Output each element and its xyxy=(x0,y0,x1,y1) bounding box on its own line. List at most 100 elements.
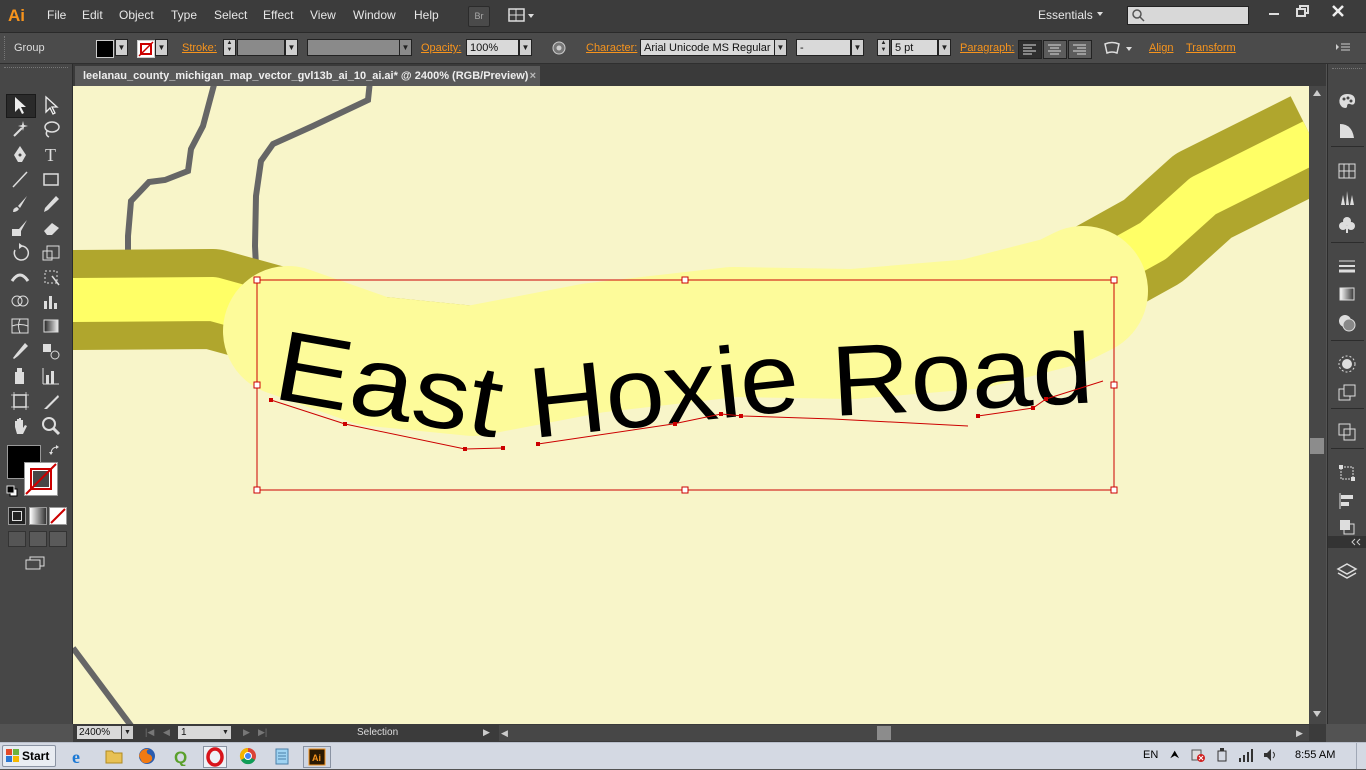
color-panel-button[interactable] xyxy=(1336,90,1358,112)
layers-link-panel-button[interactable] xyxy=(1336,421,1358,443)
pencil-tool[interactable] xyxy=(40,193,62,215)
horizontal-scrollbar[interactable]: ◀ ▶ xyxy=(499,725,1309,741)
symbols-panel-button[interactable] xyxy=(1336,214,1358,236)
stroke-weight-dropdown[interactable]: ▼ xyxy=(285,39,298,56)
show-hidden-icons-button[interactable]: ⮝ xyxy=(1170,745,1184,765)
scroll-up-icon[interactable] xyxy=(1313,90,1321,96)
align-left-button[interactable] xyxy=(1018,40,1042,59)
eraser-tool[interactable] xyxy=(40,217,62,239)
symbol-sprayer-tool[interactable] xyxy=(9,365,31,387)
menu-edit[interactable]: Edit xyxy=(82,8,103,22)
column-graph-tool[interactable] xyxy=(40,365,62,387)
layers-panel-button[interactable] xyxy=(1336,561,1358,583)
draw-inside-button[interactable] xyxy=(49,531,67,547)
pen-tool[interactable] xyxy=(9,143,31,165)
panel-grip[interactable] xyxy=(4,36,8,60)
default-fill-stroke-button[interactable] xyxy=(6,485,18,497)
profile-dropdown[interactable]: ▼ xyxy=(399,39,412,56)
power-icon[interactable] xyxy=(1214,747,1230,763)
font-style-dropdown[interactable]: ▼ xyxy=(851,39,864,56)
appearance-panel-button[interactable] xyxy=(1336,353,1358,375)
network-error-icon[interactable] xyxy=(1190,747,1206,763)
menu-view[interactable]: View xyxy=(310,8,336,22)
last-artboard-button[interactable]: ▶| xyxy=(258,727,267,738)
gradient-panel-button[interactable] xyxy=(1336,283,1358,305)
artboard-number-input[interactable]: 1 xyxy=(178,726,220,739)
shape-builder-tool[interactable] xyxy=(9,291,31,313)
graphic-styles-panel-button[interactable] xyxy=(1336,382,1358,404)
mesh-tool[interactable] xyxy=(9,315,31,337)
artboard-tool[interactable] xyxy=(9,390,31,412)
free-transform-tool[interactable] xyxy=(40,266,62,288)
color-mode-button[interactable] xyxy=(8,507,26,525)
menu-window[interactable]: Window xyxy=(353,8,396,22)
font-family-dropdown[interactable]: ▼ xyxy=(774,39,787,56)
transparency-panel-button[interactable] xyxy=(1336,312,1358,334)
pathfinder-panel-button[interactable] xyxy=(1336,516,1358,538)
transform-panel-button[interactable] xyxy=(1336,462,1358,484)
paragraph-label[interactable]: Paragraph: xyxy=(960,42,1014,54)
workspace-dropdown-icon[interactable] xyxy=(1097,12,1103,16)
workspace-switcher[interactable]: Essentials xyxy=(1038,8,1093,22)
stroke-label[interactable]: Stroke: xyxy=(182,42,217,54)
stroke-dropdown[interactable]: ▼ xyxy=(155,39,168,56)
dock-collapse-bar[interactable] xyxy=(1328,536,1366,548)
start-button[interactable]: Start xyxy=(2,745,56,767)
menu-select[interactable]: Select xyxy=(214,8,247,22)
swap-fill-stroke-button[interactable] xyxy=(48,444,62,458)
scale-tool[interactable] xyxy=(40,242,62,264)
font-family-input[interactable]: Arial Unicode MS Regular xyxy=(640,39,775,56)
arrange-documents-button[interactable] xyxy=(507,6,537,25)
menu-file[interactable]: File xyxy=(47,8,66,22)
blend-tool[interactable] xyxy=(40,340,62,362)
type-tool[interactable]: T xyxy=(40,143,62,165)
width-tool[interactable] xyxy=(9,266,31,288)
opacity-input[interactable]: 100% xyxy=(466,39,519,56)
slice-tool[interactable] xyxy=(40,390,62,412)
line-segment-tool[interactable] xyxy=(9,168,31,190)
show-desktop-button[interactable] xyxy=(1356,743,1366,769)
network-signal-icon[interactable] xyxy=(1238,747,1254,763)
dock-grip[interactable] xyxy=(1332,68,1362,74)
graph-tool[interactable] xyxy=(40,291,62,313)
zoom-level-input[interactable]: 2400% xyxy=(77,726,121,739)
screen-mode-button[interactable] xyxy=(24,555,46,571)
illustrator-taskbar-button[interactable]: Ai xyxy=(303,746,331,768)
opacity-label[interactable]: Opacity: xyxy=(421,42,461,54)
character-label[interactable]: Character: xyxy=(586,42,637,54)
stroke-weight-input[interactable] xyxy=(237,39,285,56)
language-indicator[interactable]: EN xyxy=(1143,749,1158,761)
font-style-input[interactable]: - xyxy=(796,39,851,56)
selection-tool[interactable] xyxy=(9,94,31,116)
recolor-artwork-button[interactable] xyxy=(551,40,567,56)
firefox-taskbar-button[interactable] xyxy=(136,746,158,766)
hand-tool[interactable] xyxy=(9,415,31,437)
scroll-left-icon[interactable]: ◀ xyxy=(501,728,508,739)
color-guide-button[interactable] xyxy=(1336,120,1358,142)
swatches-panel-button[interactable] xyxy=(1336,160,1358,182)
align-right-button[interactable] xyxy=(1068,40,1092,59)
status-menu-arrow[interactable]: ▶ xyxy=(483,727,490,738)
lasso-tool[interactable] xyxy=(40,118,62,140)
minimize-button[interactable] xyxy=(1258,2,1290,20)
zoom-dropdown[interactable]: ▼ xyxy=(122,726,133,739)
magic-wand-tool[interactable] xyxy=(9,118,31,140)
font-size-stepper[interactable]: ▲ ▼ xyxy=(877,39,890,56)
explorer-taskbar-button[interactable] xyxy=(103,746,125,766)
stroke-color-box[interactable] xyxy=(24,462,58,496)
transform-panel-link[interactable]: Transform xyxy=(1186,42,1236,54)
font-size-input[interactable]: 5 pt xyxy=(891,39,938,56)
horizontal-scroll-thumb[interactable] xyxy=(877,726,891,740)
road-label-part3[interactable]: Road xyxy=(828,312,1096,438)
bridge-button[interactable]: Br xyxy=(468,6,490,27)
fill-swatch[interactable] xyxy=(96,40,114,58)
menu-object[interactable]: Object xyxy=(119,8,154,22)
close-tab-button[interactable]: × xyxy=(530,66,536,86)
toolbar-grip[interactable] xyxy=(4,67,68,74)
notepad-taskbar-button[interactable] xyxy=(271,746,293,766)
menu-help[interactable]: Help xyxy=(414,8,439,22)
opacity-dropdown[interactable]: ▼ xyxy=(519,39,532,56)
blob-brush-tool[interactable] xyxy=(9,217,31,239)
variable-width-profile[interactable] xyxy=(307,39,405,56)
menu-effect[interactable]: Effect xyxy=(263,8,293,22)
